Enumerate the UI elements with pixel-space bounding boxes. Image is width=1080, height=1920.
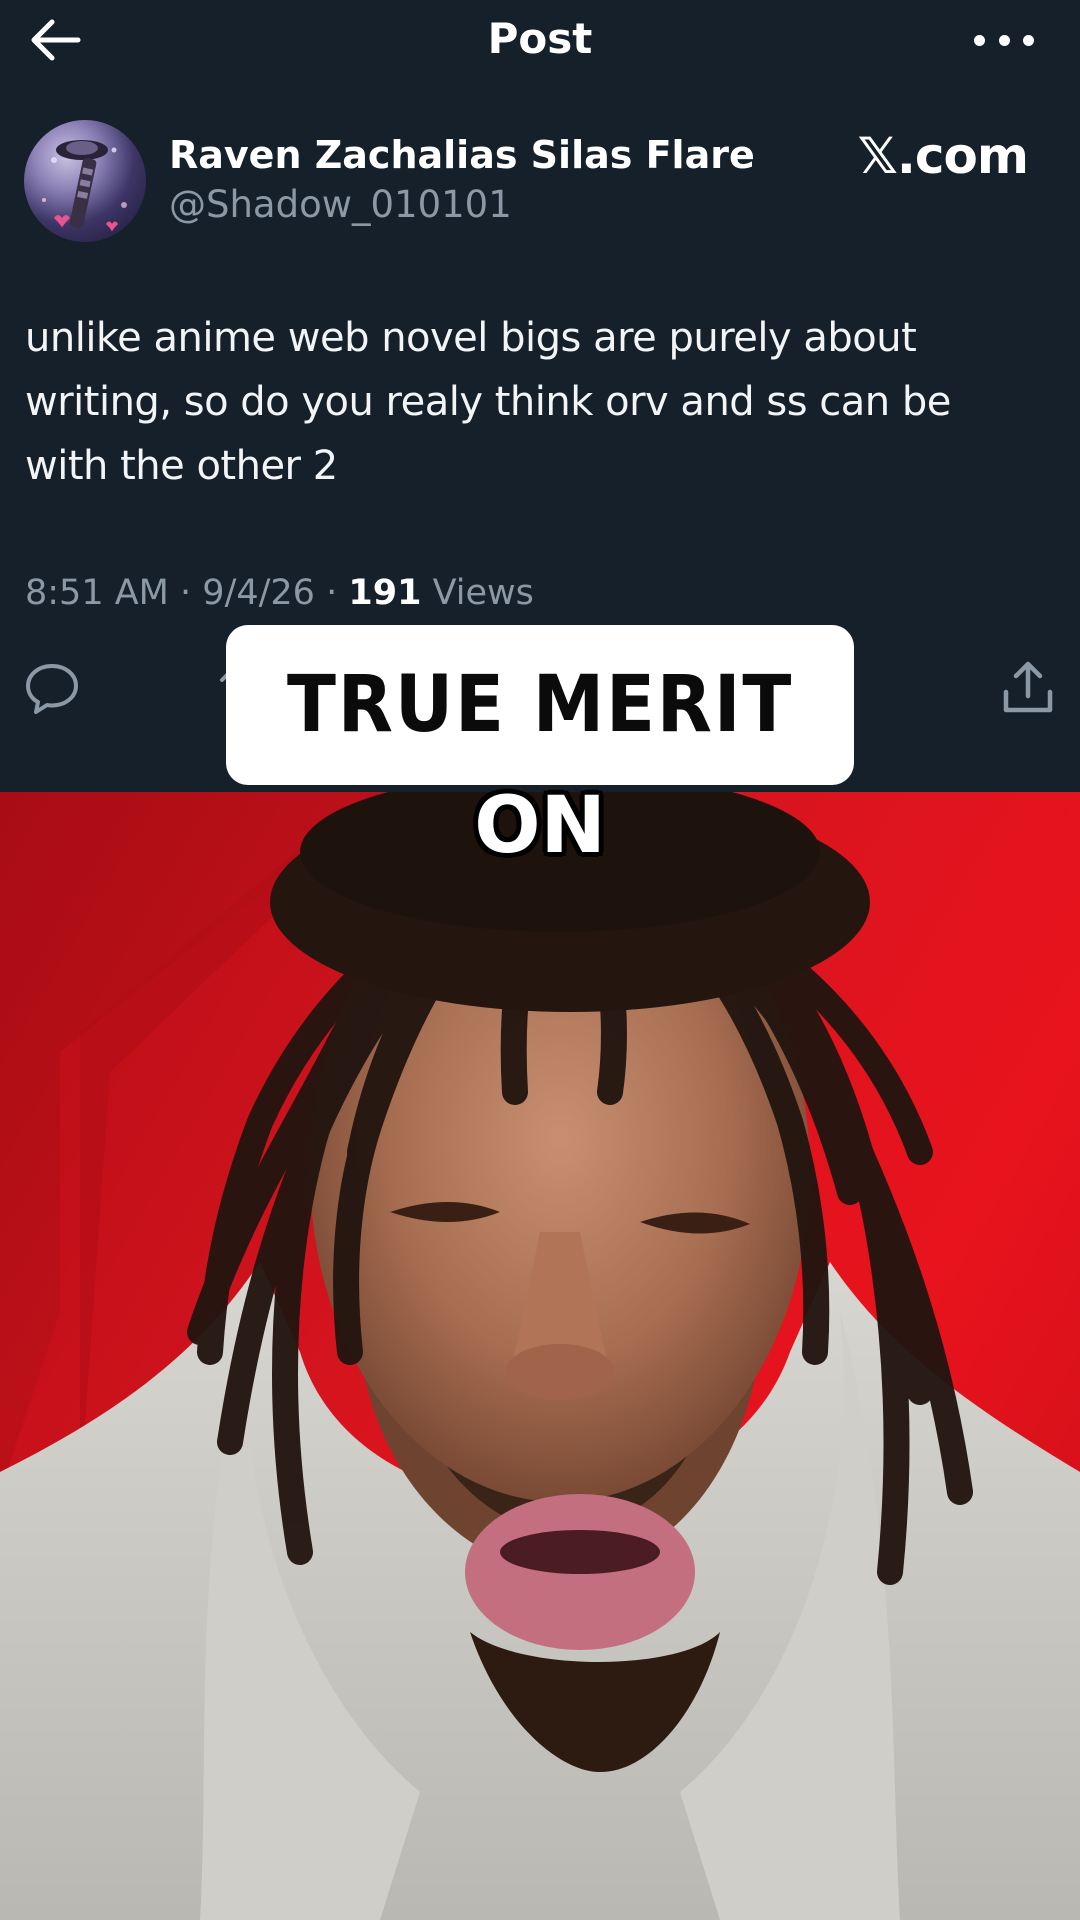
meta-separator: · [180, 573, 192, 613]
share-button[interactable] [998, 656, 1058, 718]
top-bar: Post [0, 0, 1080, 80]
video-frame [0, 792, 1080, 1920]
author-handle[interactable]: @Shadow_010101 [169, 182, 512, 228]
caption-line-2: ON [474, 781, 606, 871]
post-time[interactable]: 8:51 AM [25, 573, 169, 613]
caption-line-1: TRUE MERIT [286, 660, 794, 750]
post-date[interactable]: 9/4/26 [202, 573, 315, 613]
page-title: Post [487, 14, 593, 63]
author-name[interactable]: Raven Zachalias Silas Flare [169, 132, 755, 178]
views-label: Views [432, 573, 534, 613]
post-metadata: 8:51 AM · 9/4/26 · 191 Views [25, 568, 534, 618]
share-icon [1003, 661, 1053, 713]
post-text: unlike anime web novel bigs are purely a… [25, 315, 951, 489]
caption-box: TRUE MERIT [226, 625, 854, 785]
meta-separator: · [326, 573, 338, 613]
views-count: 191 [348, 573, 422, 613]
more-options-button[interactable] [974, 22, 1034, 58]
arrow-left-icon [31, 19, 81, 61]
avatar[interactable] [24, 120, 146, 242]
reply-icon [26, 664, 78, 714]
avatar-image [42, 140, 127, 232]
reply-button[interactable] [22, 658, 82, 718]
video-person-image [0, 792, 1080, 1920]
back-button[interactable] [28, 14, 84, 66]
ellipsis-icon [974, 34, 985, 46]
watermark-logo: 𝕏.com [857, 127, 1029, 185]
